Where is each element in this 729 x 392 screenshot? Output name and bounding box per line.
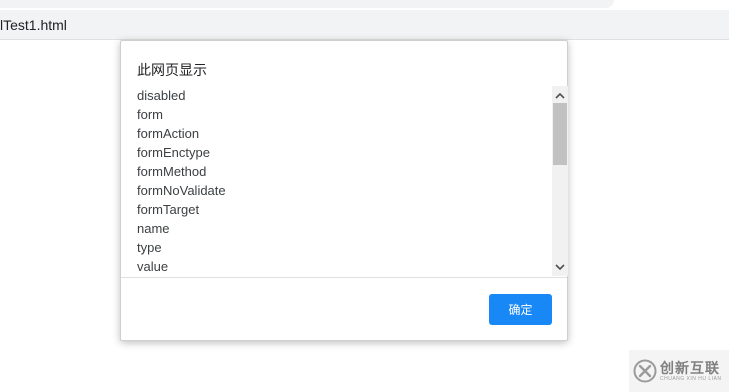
ok-button[interactable]: 确定	[489, 294, 552, 325]
tab-strip	[0, 0, 729, 10]
address-bar[interactable]: lTest1.html	[0, 10, 729, 40]
list-item: formMethod	[137, 164, 207, 179]
list-item: type	[137, 240, 162, 255]
watermark-logo-icon	[633, 359, 657, 383]
scrollbar-thumb[interactable]	[553, 103, 567, 165]
watermark: 创新互联 CHUANG XIN HU LIAN	[629, 350, 729, 392]
watermark-text: 创新互联	[660, 360, 720, 376]
chevron-up-icon	[555, 92, 565, 99]
browser-page: lTest1.html 此网页显示 disabled form formActi…	[0, 0, 729, 392]
list-item: value	[137, 259, 169, 274]
dialog-title: 此网页显示	[137, 62, 207, 78]
list-item: formEnctype	[137, 145, 210, 160]
watermark-subtext: CHUANG XIN HU LIAN	[660, 376, 722, 382]
address-text[interactable]: lTest1.html	[0, 17, 67, 33]
list-item: formNoValidate	[137, 183, 226, 198]
message-scroll-area[interactable]: disabled form formAction formEnctype for…	[137, 86, 551, 276]
dialog-divider	[121, 277, 567, 278]
chevron-down-icon	[555, 263, 565, 270]
message-list: disabled form formAction formEnctype for…	[137, 86, 551, 276]
scroll-down-button[interactable]	[552, 260, 568, 274]
list-item: form	[137, 107, 163, 122]
list-item: formAction	[137, 126, 200, 141]
alert-dialog: 此网页显示 disabled form formAction formEncty…	[120, 40, 568, 341]
list-item: disabled	[137, 88, 186, 103]
active-tab-edge	[0, 0, 614, 8]
list-item: name	[137, 221, 170, 236]
scroll-up-button[interactable]	[552, 88, 568, 102]
vertical-scrollbar[interactable]	[552, 86, 568, 276]
list-item: formTarget	[137, 202, 200, 217]
